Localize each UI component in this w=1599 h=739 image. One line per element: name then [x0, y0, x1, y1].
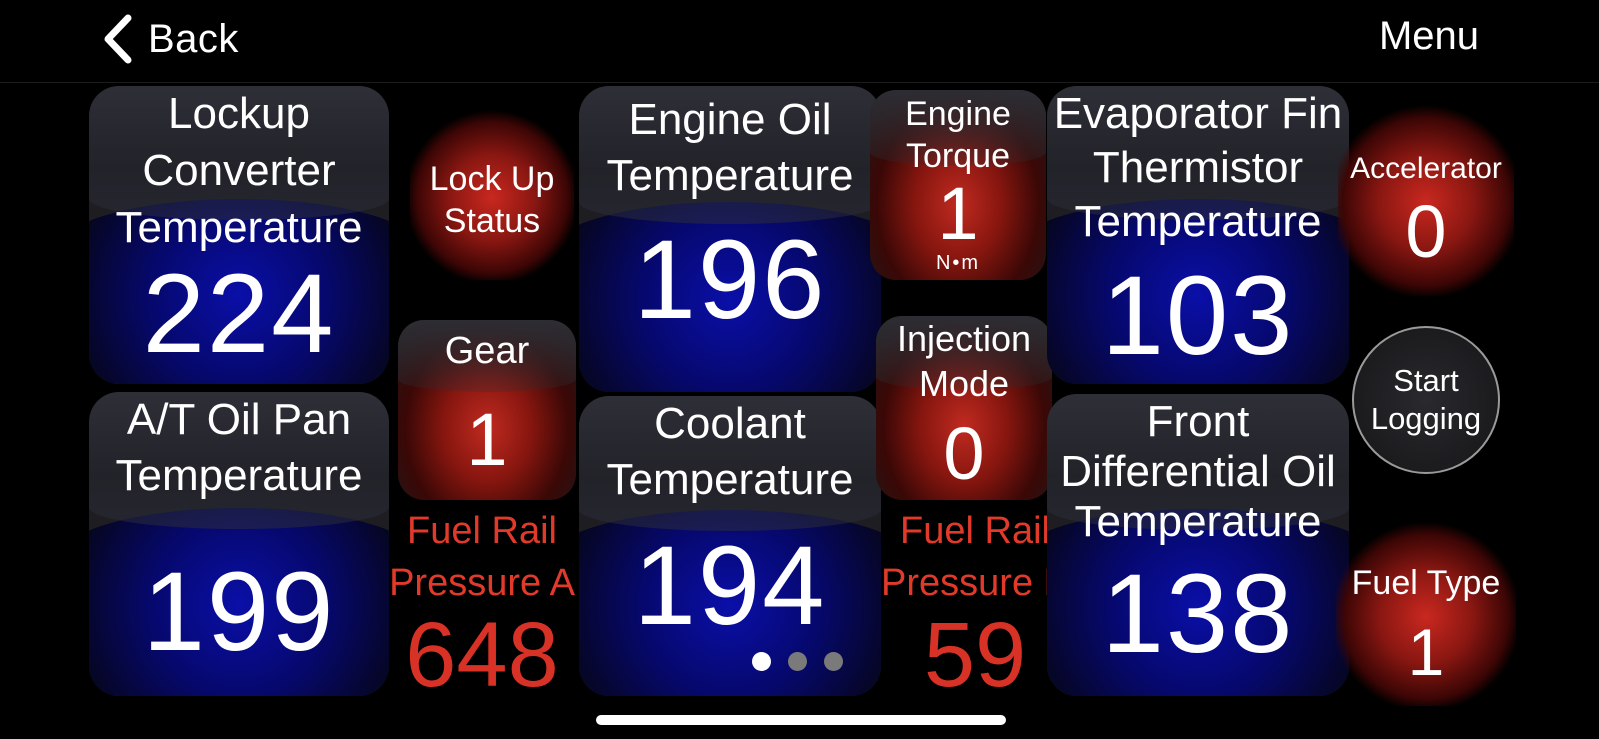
gauge-title: Temperature: [1074, 197, 1322, 246]
gauge-title: Mode: [918, 363, 1010, 404]
gauge-lockup-converter-temperature[interactable]: Lockup Converter Temperature 224: [89, 86, 389, 384]
gauge-value: 0: [1405, 190, 1447, 273]
back-button[interactable]: Back: [100, 12, 239, 66]
gauge-value: 1: [937, 172, 979, 255]
gauge-value: 224: [142, 251, 336, 376]
gauge-title: Temperature: [606, 455, 854, 504]
gauge-title: Engine Oil: [628, 95, 832, 144]
gauge-title: Fuel Rail: [407, 510, 557, 552]
gauge-value: 103: [1101, 253, 1295, 378]
page-dot[interactable]: [752, 652, 771, 671]
gauge-title: Temperature: [606, 151, 854, 200]
gauge-title: Status: [443, 202, 541, 240]
menu-button[interactable]: Menu: [1379, 14, 1479, 59]
gauge-title: Injection: [896, 318, 1032, 359]
gauge-title: Temperature: [115, 451, 363, 500]
gauge-title: Thermistor: [1092, 143, 1304, 192]
gauge-fuel-type[interactable]: Fuel Type 1: [1336, 520, 1516, 706]
gauge-engine-oil-temperature[interactable]: Engine Oil Temperature 196: [579, 86, 881, 392]
gauge-value: 648: [405, 604, 559, 706]
gauge-injection-mode[interactable]: Injection Mode 0: [876, 316, 1052, 500]
gauge-value: 1: [1407, 615, 1445, 689]
gauge-value: 199: [142, 549, 336, 674]
gauge-coolant-temperature[interactable]: Coolant Temperature 194: [579, 396, 881, 696]
gauge-title: Gear: [444, 330, 530, 372]
gauge-title: Temperature: [1074, 497, 1322, 546]
page-dot[interactable]: [824, 652, 843, 671]
gauge-engine-torque[interactable]: Engine Torque 1 N•m: [870, 90, 1046, 280]
start-logging-label: Start: [1393, 363, 1459, 398]
top-bar: Back Menu: [0, 0, 1599, 83]
gauge-value: 196: [633, 217, 827, 342]
gauge-title: Front: [1146, 397, 1250, 446]
gauge-title: Evaporator Fin: [1053, 89, 1343, 138]
chevron-left-icon: [104, 14, 132, 64]
gauge-unit: N•m: [935, 252, 981, 274]
gauge-evaporator-fin-thermistor-temperature[interactable]: Evaporator Fin Thermistor Temperature 10…: [1047, 86, 1349, 384]
gauge-title: Accelerator: [1350, 152, 1502, 185]
gauge-title: Converter: [142, 146, 336, 195]
gauge-lock-up-status[interactable]: Lock Up Status: [410, 108, 574, 280]
page-dot[interactable]: [788, 652, 807, 671]
home-indicator[interactable]: [596, 715, 1006, 725]
gauge-front-differential-oil-temperature[interactable]: Front Differential Oil Temperature 138: [1047, 394, 1349, 696]
gauge-value: 0: [943, 412, 985, 495]
gauge-value: 1: [466, 398, 508, 481]
gauge-gear[interactable]: Gear 1: [398, 320, 576, 500]
gauge-at-oil-pan-temperature[interactable]: A/T Oil Pan Temperature 199: [89, 392, 389, 696]
gauge-title: Differential Oil: [1060, 447, 1336, 496]
page-indicator[interactable]: [752, 652, 843, 671]
gauge-value: 138: [1101, 551, 1295, 676]
start-logging-button[interactable]: Start Logging: [1352, 326, 1500, 474]
gauge-title: A/T Oil Pan: [126, 395, 352, 444]
gauge-title: Temperature: [115, 203, 363, 252]
gauge-value: 194: [633, 523, 827, 648]
start-logging-label: Logging: [1370, 401, 1482, 436]
gauge-title: Fuel Type: [1351, 564, 1501, 602]
gauge-fuel-rail-pressure-a[interactable]: Fuel Rail Pressure A 648: [370, 505, 594, 701]
gauge-title: Coolant: [654, 399, 806, 448]
gauge-title: Engine: [905, 95, 1011, 133]
back-label: Back: [148, 16, 239, 61]
gauge-accelerator[interactable]: Accelerator 0: [1338, 100, 1514, 296]
gauge-title: Lockup: [168, 89, 310, 138]
gauge-title: Pressure A: [389, 562, 575, 604]
gauge-title: Lock Up: [429, 160, 555, 198]
